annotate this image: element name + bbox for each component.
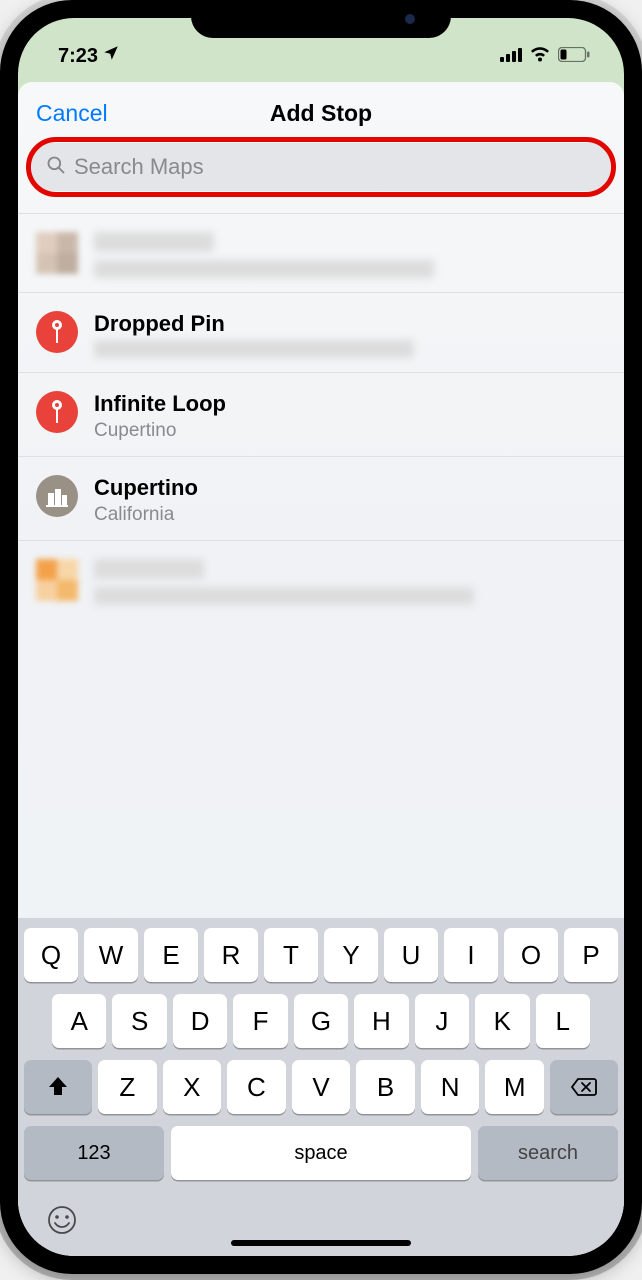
screen: 7:23 Cancel Add Stop [18,18,624,1256]
result-subtitle: Cupertino [94,420,606,442]
results-list: Dropped Pin Infinite Loop Cupertino [18,213,624,619]
key-m[interactable]: M [485,1060,544,1114]
contact-avatar-icon [36,232,78,274]
key-h[interactable]: H [354,994,408,1048]
page-title: Add Stop [18,100,624,127]
key-y[interactable]: Y [324,928,378,982]
keyboard-row-3: Z X C V B N M [24,1060,618,1114]
result-title: Cupertino [94,475,606,501]
redacted-subtitle [94,587,474,605]
key-t[interactable]: T [264,928,318,982]
status-time: 7:23 [58,45,98,68]
result-title: Dropped Pin [94,311,606,337]
keyboard: Q W E R T Y U I O P A S D F G H [18,918,624,1256]
key-e[interactable]: E [144,928,198,982]
backspace-key[interactable] [550,1060,618,1114]
battery-icon [558,45,590,68]
add-stop-sheet: Cancel Add Stop [18,82,624,1256]
key-r[interactable]: R [204,928,258,982]
numbers-key[interactable]: 123 [24,1126,164,1180]
city-icon [36,475,78,517]
result-subtitle: California [94,504,606,526]
key-o[interactable]: O [504,928,558,982]
result-row[interactable]: Cupertino California [18,457,624,541]
key-w[interactable]: W [84,928,138,982]
key-n[interactable]: N [421,1060,480,1114]
place-thumbnail-icon [36,559,78,601]
cancel-button[interactable]: Cancel [36,100,108,127]
device-frame: 7:23 Cancel Add Stop [0,0,642,1274]
shift-key[interactable] [24,1060,92,1114]
result-row[interactable]: Infinite Loop Cupertino [18,373,624,457]
key-g[interactable]: G [294,994,348,1048]
pin-icon [36,391,78,433]
keyboard-row-bottom: 123 space search [24,1126,618,1180]
key-x[interactable]: X [163,1060,222,1114]
search-icon [46,155,66,180]
key-j[interactable]: J [415,994,469,1048]
search-key[interactable]: search [478,1126,618,1180]
keyboard-row-2: A S D F G H J K L [24,994,618,1048]
key-i[interactable]: I [444,928,498,982]
key-v[interactable]: V [292,1060,351,1114]
key-z[interactable]: Z [98,1060,157,1114]
redacted-subtitle [94,340,414,358]
emoji-key[interactable] [46,1204,78,1241]
pin-icon [36,311,78,353]
redacted-title [94,232,214,252]
location-services-icon [102,44,120,68]
key-q[interactable]: Q [24,928,78,982]
key-u[interactable]: U [384,928,438,982]
key-k[interactable]: K [475,994,529,1048]
key-f[interactable]: F [233,994,287,1048]
cell-signal-icon [500,45,522,68]
key-s[interactable]: S [112,994,166,1048]
sheet-header: Cancel Add Stop [18,82,624,139]
key-c[interactable]: C [227,1060,286,1114]
key-p[interactable]: P [564,928,618,982]
home-indicator[interactable] [231,1240,411,1246]
keyboard-row-1: Q W E R T Y U I O P [24,928,618,982]
redacted-title [94,559,204,579]
search-bar[interactable] [32,143,610,191]
result-row[interactable] [18,541,624,619]
notch [191,0,451,38]
wifi-icon [529,45,551,68]
search-field-wrap [32,143,610,191]
result-row[interactable] [18,213,624,293]
key-b[interactable]: B [356,1060,415,1114]
result-title: Infinite Loop [94,391,606,417]
redacted-subtitle [94,260,434,278]
space-key[interactable]: space [171,1126,471,1180]
key-a[interactable]: A [52,994,106,1048]
key-d[interactable]: D [173,994,227,1048]
key-l[interactable]: L [536,994,590,1048]
result-row[interactable]: Dropped Pin [18,293,624,373]
search-input[interactable] [74,154,596,180]
